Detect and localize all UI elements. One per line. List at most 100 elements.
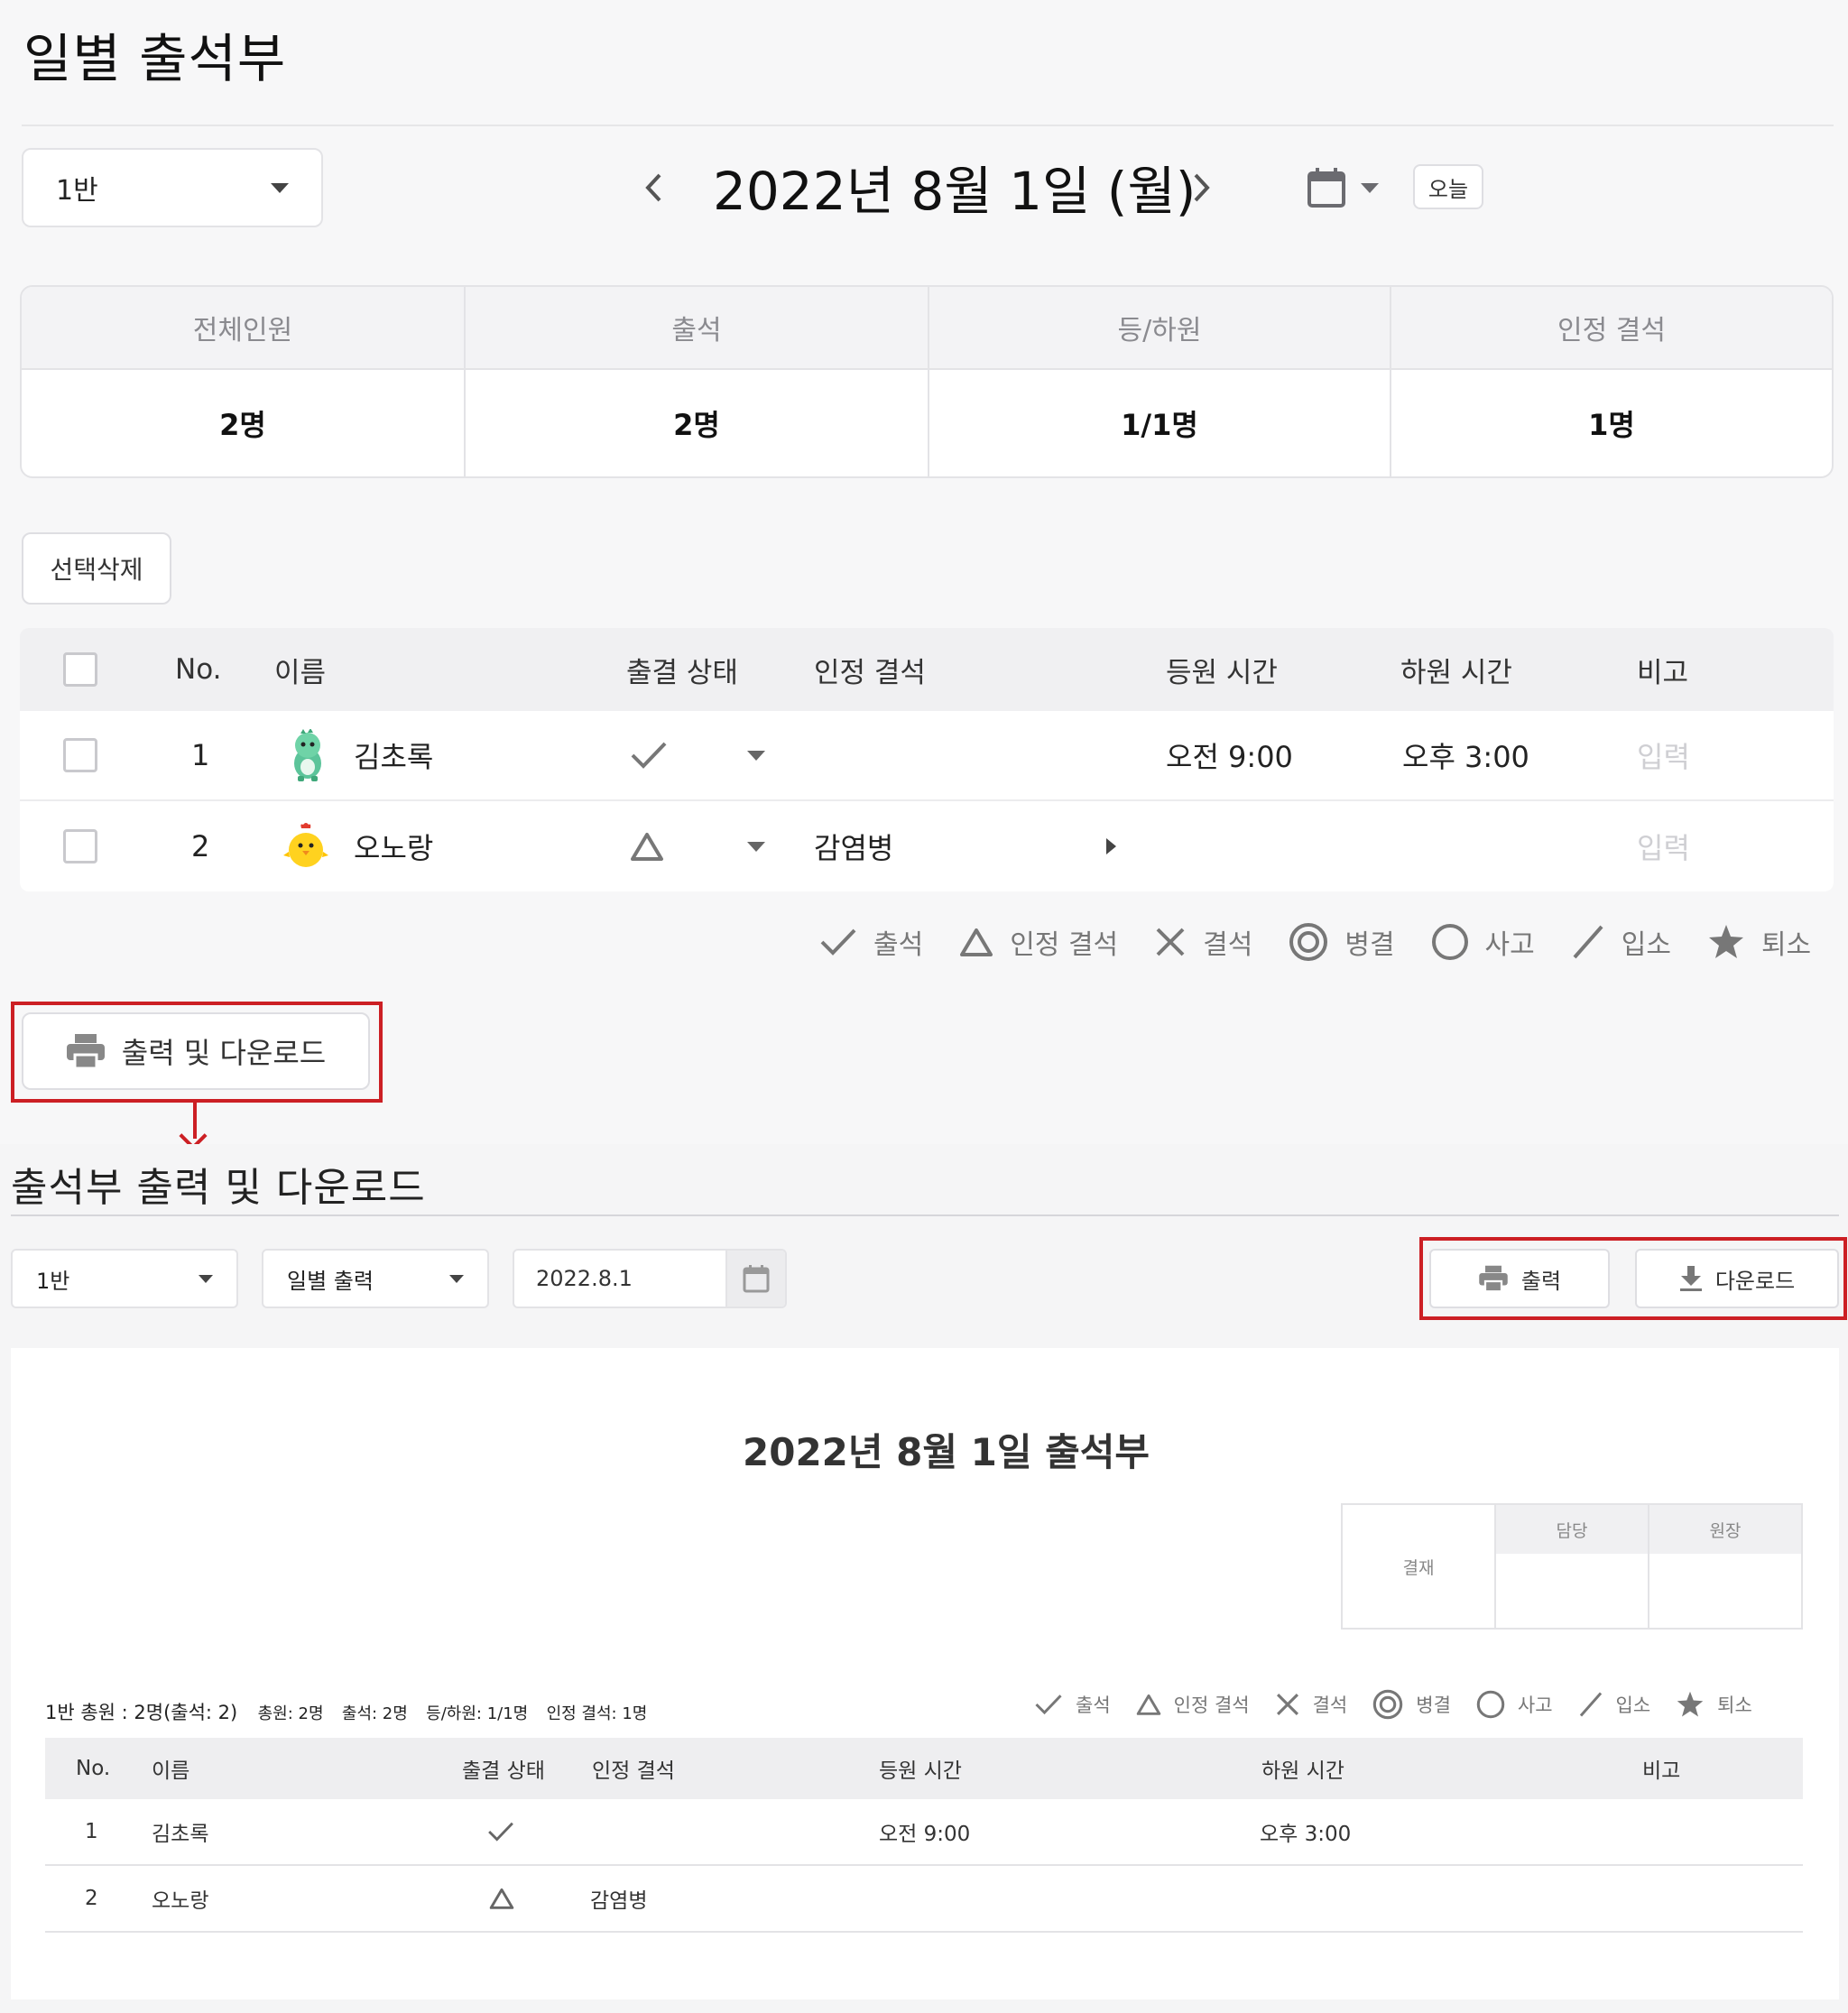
- legend-item: 사고: [1431, 922, 1535, 962]
- legend-label: 입소: [1621, 929, 1671, 961]
- note-input[interactable]: 입력: [1637, 801, 1690, 891]
- row-no: 2: [85, 1887, 98, 1910]
- col-name: 이름: [152, 1759, 190, 1783]
- status-dropdown[interactable]: [747, 801, 765, 891]
- row-status: [487, 1799, 514, 1864]
- select-all-checkbox[interactable]: [63, 652, 97, 687]
- check-icon: [631, 742, 667, 769]
- slash-icon: [1573, 925, 1603, 959]
- legend-label: 출석: [1076, 1694, 1111, 1716]
- table-header: No. 이름 출결 상태 인정 결석 등원 시간 하원 시간 비고: [20, 628, 1834, 711]
- legend-label: 인정 결석: [1173, 1694, 1250, 1716]
- print-calendar-button[interactable]: [725, 1251, 785, 1307]
- row-name: 김초록: [152, 1823, 209, 1846]
- star-icon: [1677, 1691, 1704, 1717]
- note-input[interactable]: 입력: [1637, 711, 1690, 799]
- summary-excused: 인정 결석 1명: [1391, 287, 1832, 476]
- status-dropdown[interactable]: [747, 711, 765, 799]
- check-icon: [820, 928, 856, 956]
- sheet-title: 2022년 8월 1일 출석부: [743, 1430, 1150, 1474]
- legend-label: 사고: [1517, 1694, 1553, 1716]
- double-circle-icon: [1289, 923, 1328, 961]
- legend-item: 출석: [819, 922, 923, 962]
- sheet-summary-main: 1반 총원 : 2명(출석: 2): [45, 1702, 238, 1723]
- slash-icon: [1579, 1692, 1602, 1717]
- row-leave: 오후 3:00: [1260, 1823, 1352, 1846]
- dinosaur-avatar-icon: [294, 729, 321, 781]
- table-row: 2 오노랑 감염병: [45, 1866, 1803, 1933]
- attendance-table: No. 이름 출결 상태 인정 결석 등원 시간 하원 시간 비고 1 김초록 …: [20, 628, 1834, 891]
- print-mode-value: 일별 출력: [287, 1268, 374, 1294]
- col-arrive: 등원 시간: [879, 1759, 962, 1783]
- approval-box: 결재 담당 원장: [1341, 1503, 1803, 1630]
- status-legend: 출석 인정 결석 결석 병결 사고 입소 퇴소: [819, 922, 1811, 962]
- circle-icon: [1431, 924, 1468, 960]
- sheet-summary-item: 출석: 2명: [341, 1704, 408, 1723]
- legend-label: 병결: [1416, 1694, 1451, 1716]
- print-divider: [11, 1214, 1839, 1216]
- summary-value: 1명: [1588, 408, 1635, 442]
- legend-item: 퇴소: [1707, 922, 1811, 962]
- row-no: 1: [191, 738, 210, 772]
- summary-value: 2명: [219, 408, 266, 442]
- legend-item: 결석: [1275, 1691, 1348, 1718]
- excused-expand[interactable]: [1106, 801, 1116, 891]
- col-no: No.: [175, 653, 222, 686]
- col-status: 출결 상태: [462, 1759, 545, 1783]
- print-mode-select[interactable]: 일별 출력: [262, 1249, 489, 1308]
- legend-item: 병결: [1289, 922, 1395, 962]
- chevron-down-icon: [199, 1274, 213, 1283]
- row-no: 1: [85, 1820, 98, 1843]
- row-name: 오노랑: [354, 831, 434, 865]
- row-leave: 오후 3:00: [1402, 740, 1529, 774]
- legend-label: 결석: [1312, 1694, 1348, 1716]
- table-row: 2 오노랑 감염병 입력: [20, 801, 1834, 891]
- summary-panel: 전체인원 2명 출석 2명 등/하원 1/1명 인정 결석 1명: [20, 285, 1834, 478]
- status-value[interactable]: [630, 801, 664, 891]
- x-icon: [1276, 1694, 1298, 1715]
- avatar-chick: [283, 801, 328, 891]
- row-checkbox[interactable]: [63, 829, 97, 863]
- row-checkbox[interactable]: [63, 738, 97, 772]
- col-excused: 인정 결석: [814, 656, 926, 689]
- chick-avatar-icon: [283, 823, 328, 867]
- sheet-summary-item: 총원: 2명: [257, 1704, 324, 1723]
- print-date-input[interactable]: 2022.8.1: [513, 1249, 787, 1308]
- chevron-down-icon: [271, 182, 289, 193]
- print-class-select[interactable]: 1반: [11, 1249, 238, 1308]
- today-button[interactable]: 오늘: [1413, 164, 1483, 209]
- approval-col-label: 원장: [1649, 1505, 1801, 1554]
- check-icon: [488, 1822, 513, 1842]
- row-excused: 감염병: [590, 1889, 648, 1913]
- legend-label: 병결: [1344, 929, 1395, 961]
- delete-selected-button[interactable]: 선택삭제: [22, 532, 171, 605]
- prev-date-button[interactable]: [637, 164, 670, 211]
- legend-item: 병결: [1372, 1689, 1451, 1720]
- summary-label: 인정 결석: [1391, 287, 1832, 370]
- triangle-icon: [489, 1888, 514, 1909]
- check-icon: [1035, 1694, 1062, 1715]
- sheet-legend: 출석 인정 결석 결석 병결 사고 입소 퇴소: [1034, 1689, 1752, 1720]
- col-name: 이름: [274, 656, 327, 689]
- chevron-down-icon: [1361, 182, 1379, 193]
- legend-item: 사고: [1476, 1690, 1553, 1719]
- summary-label: 전체인원: [22, 287, 464, 370]
- calendar-picker-button[interactable]: [1307, 162, 1397, 213]
- highlight-box: [11, 1002, 383, 1103]
- status-value[interactable]: [630, 711, 668, 799]
- next-date-button[interactable]: [1186, 164, 1218, 211]
- star-icon: [1708, 925, 1743, 958]
- row-no: 2: [191, 829, 210, 863]
- print-panel-title: 출석부 출력 및 다운로드: [11, 1165, 426, 1211]
- chevron-right-icon: [1106, 838, 1116, 854]
- approval-col: 원장: [1649, 1505, 1801, 1628]
- col-status: 출결 상태: [626, 656, 738, 689]
- chevron-down-icon: [747, 841, 765, 852]
- sheet-summary-item: 등/하원: 1/1명: [426, 1704, 529, 1723]
- class-select[interactable]: 1반: [22, 148, 323, 227]
- summary-total: 전체인원 2명: [22, 287, 466, 476]
- table-row: 1 김초록 오전 9:00 오후 3:00: [45, 1799, 1803, 1866]
- col-excused: 인정 결석: [592, 1759, 675, 1783]
- approval-col-label: 담당: [1496, 1505, 1648, 1554]
- print-date-value: 2022.8.1: [536, 1266, 633, 1291]
